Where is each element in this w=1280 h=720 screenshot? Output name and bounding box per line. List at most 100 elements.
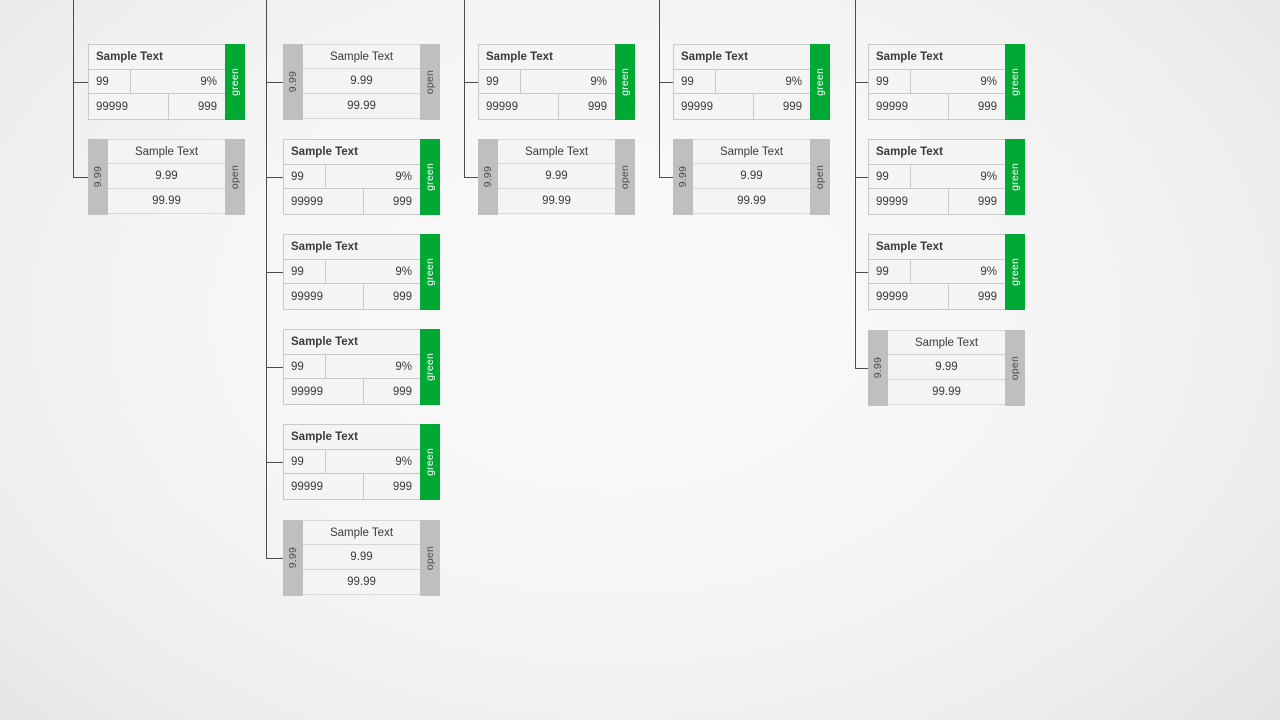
status-badge-label: green [814, 68, 826, 96]
node-green-c5-n1[interactable]: Sample Text 99 9% 99999 999 green [868, 44, 1025, 120]
node-title: Sample Text [869, 140, 1005, 165]
cell-decimal-small: 9.99 [303, 545, 420, 570]
node-table: Sample Text 99 9% 99999 999 [283, 329, 420, 405]
cell-percent: 9% [785, 75, 802, 88]
node-row-totals: 99999 999 [674, 94, 810, 119]
left-value-bar: 9.99 [478, 139, 498, 215]
status-badge-open: open [1005, 330, 1025, 406]
node-table: Sample Text 99 9% 99999 999 [478, 44, 615, 120]
node-table: Sample Text 99 9% 99999 999 [868, 234, 1005, 310]
status-badge-open: open [615, 139, 635, 215]
cell-decimal-small: 9.99 [108, 164, 225, 189]
left-value-bar: 9.99 [283, 44, 303, 120]
connector-branch-c4-n1 [659, 82, 673, 83]
node-row-metrics: 99 9% [869, 259, 1005, 285]
cell-small: 999 [392, 480, 412, 493]
cell-big: 99999 [89, 94, 169, 119]
node-open-c1-n2[interactable]: 9.99 Sample Text 9.99 99.99 open [88, 139, 245, 215]
connector-branch-c2-n1 [266, 177, 283, 178]
node-row-metrics: 99 9% [89, 69, 225, 95]
node-green-c4-n1[interactable]: Sample Text 99 9% 99999 999 green [673, 44, 830, 120]
cell-big: 99999 [284, 284, 364, 309]
status-badge-green: green [1005, 234, 1025, 310]
left-value-bar: 9.99 [88, 139, 108, 215]
node-title: Sample Text [89, 45, 225, 70]
node-open-c4-n2[interactable]: 9.99 Sample Text 9.99 99.99 open [673, 139, 830, 215]
status-badge-label: green [424, 448, 436, 476]
node-green-c3-n1[interactable]: Sample Text 99 9% 99999 999 green [478, 44, 635, 120]
status-badge-label: green [619, 68, 631, 96]
cell-percent: 9% [200, 75, 217, 88]
node-table: Sample Text 9.99 99.99 [693, 139, 810, 215]
node-title: Sample Text [303, 44, 420, 69]
status-badge-open: open [420, 44, 440, 120]
node-title: Sample Text [888, 330, 1005, 355]
status-badge-green: green [615, 44, 635, 120]
node-green-c2-n5[interactable]: Sample Text 99 9% 99999 999 green [283, 424, 440, 500]
node-open-c3-n2[interactable]: 9.99 Sample Text 9.99 99.99 open [478, 139, 635, 215]
status-badge-label: open [424, 69, 436, 95]
left-value-bar: 9.99 [868, 330, 888, 406]
status-badge-label: green [229, 68, 241, 96]
node-row-metrics: 99 9% [284, 259, 420, 285]
cell-count: 99 [89, 69, 131, 94]
status-badge-label: green [424, 258, 436, 286]
cell-percent: 9% [395, 455, 412, 468]
node-row-totals: 99999 999 [869, 189, 1005, 214]
node-title: Sample Text [284, 140, 420, 165]
status-badge-green: green [420, 234, 440, 310]
cell-percent: 9% [395, 360, 412, 373]
node-row-metrics: 99 9% [869, 69, 1005, 95]
cell-count: 99 [284, 449, 326, 474]
status-badge-green: green [1005, 44, 1025, 120]
cell-count: 99 [284, 164, 326, 189]
connector-branch-c5-n1 [855, 82, 868, 83]
status-badge-label: green [424, 163, 436, 191]
node-green-c2-n3[interactable]: Sample Text 99 9% 99999 999 green [283, 234, 440, 310]
node-green-c5-n3[interactable]: Sample Text 99 9% 99999 999 green [868, 234, 1025, 310]
connector-branch-c2-n0 [266, 82, 283, 83]
node-row-metrics: 99 9% [869, 164, 1005, 190]
status-badge-label: green [1009, 163, 1021, 191]
status-badge-green: green [810, 44, 830, 120]
node-title: Sample Text [693, 139, 810, 164]
cell-decimal-large: 99.99 [303, 94, 420, 119]
node-table: Sample Text 99 9% 99999 999 [283, 424, 420, 500]
cell-decimal-large: 99.99 [888, 380, 1005, 405]
connector-branch-c5-n3 [855, 272, 868, 273]
cell-small: 999 [197, 100, 217, 113]
connector-branch-c3-n2 [464, 177, 478, 178]
connector-branch-c2-n2 [266, 272, 283, 273]
node-green-c1-n1[interactable]: Sample Text 99 9% 99999 999 green [88, 44, 245, 120]
cell-count: 99 [284, 259, 326, 284]
cell-percent: 9% [395, 170, 412, 183]
node-title: Sample Text [674, 45, 810, 70]
status-badge-green: green [420, 329, 440, 405]
node-open-c5-n4[interactable]: 9.99 Sample Text 9.99 99.99 open [868, 330, 1025, 406]
status-badge-label: open [1009, 355, 1021, 381]
cell-count: 99 [869, 69, 911, 94]
cell-count: 99 [479, 69, 521, 94]
cell-decimal-large: 99.99 [303, 570, 420, 595]
node-green-c2-n2[interactable]: Sample Text 99 9% 99999 999 green [283, 139, 440, 215]
connector-branch-c4-n2 [659, 177, 673, 178]
cell-big: 99999 [674, 94, 754, 119]
node-row-totals: 99999 999 [869, 284, 1005, 309]
connector-trunk-column-2 [266, 0, 267, 558]
node-title: Sample Text [303, 520, 420, 545]
node-row-metrics: 99 9% [284, 449, 420, 475]
status-badge-label: open [814, 164, 826, 190]
node-row-metrics: 99 9% [674, 69, 810, 95]
cell-decimal-large: 99.99 [693, 189, 810, 214]
status-badge-open: open [420, 520, 440, 596]
node-green-c5-n2[interactable]: Sample Text 99 9% 99999 999 green [868, 139, 1025, 215]
node-open-c2-n1[interactable]: 9.99 Sample Text 9.99 99.99 open [283, 44, 440, 120]
cell-percent: 9% [980, 75, 997, 88]
left-value-label: 9.99 [92, 166, 104, 188]
node-title: Sample Text [869, 235, 1005, 260]
node-open-c2-n6[interactable]: 9.99 Sample Text 9.99 99.99 open [283, 520, 440, 596]
status-badge-label: open [424, 545, 436, 571]
node-green-c2-n4[interactable]: Sample Text 99 9% 99999 999 green [283, 329, 440, 405]
cell-small: 999 [587, 100, 607, 113]
node-table: Sample Text 9.99 99.99 [303, 44, 420, 120]
